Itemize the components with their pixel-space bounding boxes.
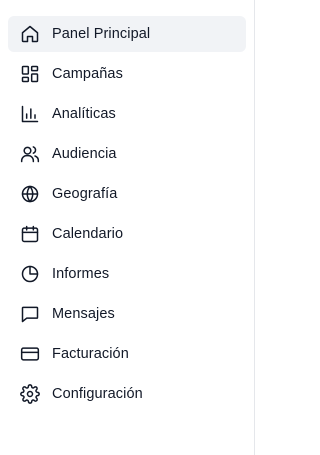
sidebar-item-label: Configuración <box>52 386 143 402</box>
sidebar-item-label: Geografía <box>52 186 118 202</box>
settings-icon <box>20 384 40 404</box>
sidebar-item-facturacion[interactable]: Facturación <box>8 336 246 372</box>
sidebar-item-analiticas[interactable]: Analíticas <box>8 96 246 132</box>
sidebar-item-label: Campañas <box>52 66 123 82</box>
calendar-icon <box>20 224 40 244</box>
bar-chart-icon <box>20 104 40 124</box>
pie-chart-icon <box>20 264 40 284</box>
sidebar-item-informes[interactable]: Informes <box>8 256 246 292</box>
globe-icon <box>20 184 40 204</box>
sidebar-item-label: Informes <box>52 266 110 282</box>
users-icon <box>20 144 40 164</box>
sidebar-item-label: Panel Principal <box>52 26 151 42</box>
sidebar-item-calendario[interactable]: Calendario <box>8 216 246 252</box>
sidebar-item-label: Calendario <box>52 226 124 242</box>
sidebar-item-audiencia[interactable]: Audiencia <box>8 136 246 172</box>
sidebar-item-configuracion[interactable]: Configuración <box>8 376 246 412</box>
sidebar-item-label: Facturación <box>52 346 129 362</box>
credit-card-icon <box>20 344 40 364</box>
sidebar-item-label: Mensajes <box>52 306 115 322</box>
layout-grid-icon <box>20 64 40 84</box>
sidebar-item-panel-principal[interactable]: Panel Principal <box>8 16 246 52</box>
sidebar-item-label: Audiencia <box>52 146 117 162</box>
sidebar-item-geografia[interactable]: Geografía <box>8 176 246 212</box>
home-icon <box>20 24 40 44</box>
sidebar-item-mensajes[interactable]: Mensajes <box>8 296 246 332</box>
message-square-icon <box>20 304 40 324</box>
sidebar-item-campanas[interactable]: Campañas <box>8 56 246 92</box>
sidebar-item-label: Analíticas <box>52 106 116 122</box>
sidebar: Panel Principal Campañas Analíticas Audi… <box>0 0 255 455</box>
sidebar-nav: Panel Principal Campañas Analíticas Audi… <box>0 16 254 412</box>
